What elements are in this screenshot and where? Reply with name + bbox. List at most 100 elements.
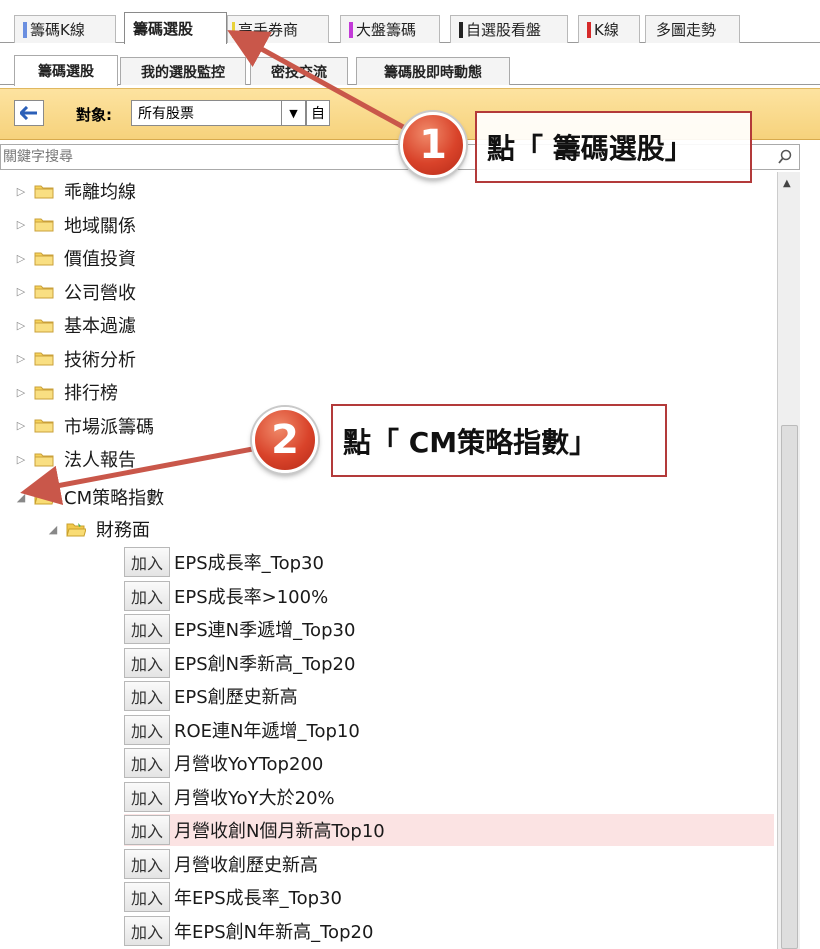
collapsed-arrow-icon[interactable]: ▷ <box>14 453 28 466</box>
add-strategy-button[interactable]: 加入 <box>124 915 170 946</box>
tab-multi-chart[interactable]: 多圖走勢 <box>645 15 740 43</box>
subtab-tips-exchange[interactable]: 密技交流 <box>250 57 348 85</box>
strategy-list-item[interactable]: 加入 ROE連N年遞增_Top10 <box>124 714 774 746</box>
collapsed-arrow-icon[interactable]: ▷ <box>14 319 28 332</box>
add-strategy-button[interactable]: 加入 <box>124 681 170 711</box>
add-strategy-button[interactable]: 加入 <box>124 781 170 812</box>
expanded-arrow-icon[interactable]: ◢ <box>46 523 60 536</box>
tab-top-brokers[interactable]: 高手券商 <box>227 15 329 43</box>
left-arrow-icon <box>20 106 37 120</box>
tree-node-label: 法人報告 <box>64 450 136 471</box>
target-label: 對象: <box>76 106 112 124</box>
callout-2-number: 2 <box>271 417 299 463</box>
add-strategy-button[interactable]: 加入 <box>124 815 170 845</box>
tab-color-bar <box>349 21 353 38</box>
target-select[interactable]: 所有股票 ▼ <box>131 100 306 126</box>
tree-node-folder[interactable]: ▷ 技術分析 <box>14 344 136 374</box>
strategy-label: 月營收YoYTop200 <box>174 754 324 775</box>
tree-node-label: 基本過濾 <box>64 316 136 337</box>
tree-node-folder[interactable]: ▷ 法人報告 <box>14 444 136 474</box>
callout-2-badge: 2 <box>252 407 318 473</box>
collapsed-arrow-icon[interactable]: ▷ <box>14 352 28 365</box>
add-strategy-button[interactable]: 加入 <box>124 580 170 611</box>
add-strategy-button[interactable]: 加入 <box>124 882 170 912</box>
add-strategy-button[interactable]: 加入 <box>124 647 170 678</box>
folder-icon <box>34 453 54 466</box>
collapsed-arrow-icon[interactable]: ▷ <box>14 285 28 298</box>
tree-node-folder[interactable]: ▷ 排行榜 <box>14 377 118 407</box>
tree-node-label: 財務面 <box>96 520 150 541</box>
tree-node-label: 排行榜 <box>64 383 118 404</box>
strategy-label: 年EPS創N年新高_Top20 <box>174 921 374 943</box>
tab-label: K線 <box>594 21 619 39</box>
subtab-label: 籌碼股即時動態 <box>384 64 482 81</box>
strategy-list-item[interactable]: 加入 年EPS創N年新高_Top20 <box>124 915 774 947</box>
tree-node-folder[interactable]: ▷ 乖離均線 <box>14 176 136 206</box>
strategy-list-item[interactable]: 加入 月營收創N個月新高Top10 <box>124 814 774 846</box>
strategy-list-item[interactable]: 加入 年EPS成長率_Top30 <box>124 881 774 913</box>
tab-watchlist[interactable]: 自選股看盤 <box>450 15 568 43</box>
collapsed-arrow-icon[interactable]: ▷ <box>14 185 28 198</box>
strategy-label: EPS成長率_Top30 <box>174 553 324 574</box>
tree-node-folder[interactable]: ▷ 基本過濾 <box>14 310 136 340</box>
tree-node-label: 乖離均線 <box>64 182 136 203</box>
strategy-label: EPS連N季遞增_Top30 <box>174 620 356 641</box>
collapsed-arrow-icon[interactable]: ▷ <box>14 252 28 265</box>
strategy-list-item[interactable]: 加入 EPS創歷史新高 <box>124 680 774 712</box>
self-select-button[interactable]: 自 <box>306 100 330 126</box>
callout-1-number: 1 <box>419 122 447 168</box>
tree-node-folder[interactable]: ▷ 市場派籌碼 <box>14 411 154 441</box>
strategy-label: 年EPS成長率_Top30 <box>174 888 342 909</box>
tree-node-folder[interactable]: ▷ 公司營收 <box>14 277 136 307</box>
tab-market-chips[interactable]: 大盤籌碼 <box>340 15 440 43</box>
strategy-list-item[interactable]: 加入 EPS創N季新高_Top20 <box>124 647 774 679</box>
collapsed-arrow-icon[interactable]: ▷ <box>14 419 28 432</box>
tree-node-financial[interactable]: ◢ 財務面 <box>46 514 150 544</box>
scroll-up-icon[interactable]: ▲ <box>783 178 791 189</box>
subtab-my-monitor[interactable]: 我的選股監控 <box>120 57 246 85</box>
open-folder-icon <box>66 522 86 536</box>
callout-2-box: 點「 CM策略指數」 <box>331 404 667 477</box>
self-select-label: 自 <box>311 106 325 122</box>
strategy-label: ROE連N年遞增_Top10 <box>174 720 360 742</box>
strategy-list-item[interactable]: 加入 EPS成長率>100% <box>124 580 774 612</box>
scroll-thumb[interactable] <box>781 425 798 949</box>
tab-label: 大盤籌碼 <box>356 21 417 39</box>
add-strategy-button[interactable]: 加入 <box>124 848 170 879</box>
subtab-realtime-chips[interactable]: 籌碼股即時動態 <box>356 57 510 85</box>
callout-1-badge: 1 <box>400 112 466 178</box>
tree-node-folder[interactable]: ▷ 價值投資 <box>14 243 136 273</box>
main-tab-bar: 籌碼K線 籌碼選股 高手券商 大盤籌碼 自選股看盤 K線 多圖走勢 <box>0 12 820 44</box>
folder-icon <box>34 218 54 232</box>
subtab-chip-screening[interactable]: 籌碼選股 <box>14 55 118 86</box>
tab-kline[interactable]: K線 <box>578 15 640 43</box>
collapsed-arrow-icon[interactable]: ▷ <box>14 218 28 231</box>
tree-scrollbar[interactable]: ▲ <box>777 172 800 949</box>
add-strategy-button[interactable]: 加入 <box>124 714 170 745</box>
tree-node-label: 公司營收 <box>64 282 136 304</box>
subtab-label: 我的選股監控 <box>141 64 225 81</box>
add-strategy-button[interactable]: 加入 <box>124 748 170 778</box>
strategy-list-item[interactable]: 加入 EPS成長率_Top30 <box>124 546 774 578</box>
search-icon[interactable] <box>777 149 793 165</box>
strategy-list-item[interactable]: 加入 月營收創歷史新高 <box>124 848 774 880</box>
back-button[interactable] <box>14 100 44 126</box>
tab-chip-kline[interactable]: 籌碼K線 <box>14 15 116 43</box>
subtab-label: 密技交流 <box>271 64 327 81</box>
strategy-list-item[interactable]: 加入 EPS連N季遞增_Top30 <box>124 613 774 645</box>
tree-node-folder[interactable]: ▷ 地域關係 <box>14 210 136 240</box>
chevron-down-icon[interactable]: ▼ <box>281 101 305 125</box>
tab-label: 籌碼選股 <box>133 20 194 38</box>
add-strategy-button[interactable]: 加入 <box>124 614 170 644</box>
expanded-arrow-icon[interactable]: ◢ <box>14 491 28 504</box>
tree-node-cm-strategy[interactable]: ◢ CM策略指數 <box>14 482 164 512</box>
strategy-label: 月營收創歷史新高 <box>174 854 318 876</box>
strategy-list-item[interactable]: 加入 月營收YoYTop200 <box>124 747 774 779</box>
add-strategy-button[interactable]: 加入 <box>124 547 170 577</box>
tab-color-bar <box>587 21 591 38</box>
tab-chip-screening[interactable]: 籌碼選股 <box>124 12 227 44</box>
collapsed-arrow-icon[interactable]: ▷ <box>14 386 28 399</box>
strategy-list-item[interactable]: 加入 月營收YoY大於20% <box>124 781 774 813</box>
tab-color-bar <box>232 21 235 38</box>
tab-color-bar <box>23 21 27 38</box>
